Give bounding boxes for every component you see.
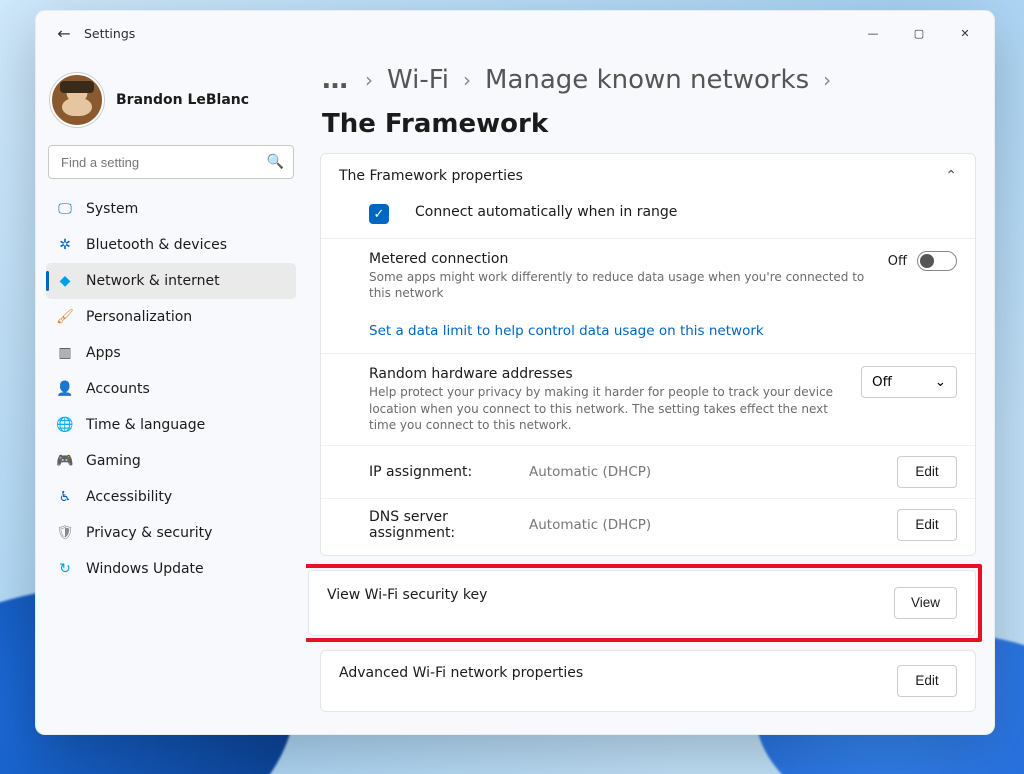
sidebar-item-label: Windows Update — [86, 561, 204, 577]
random-hw-select[interactable]: Off ⌄ — [861, 366, 957, 398]
sidebar-item-label: Accounts — [86, 381, 150, 397]
user-name: Brandon LeBlanc — [116, 92, 249, 108]
advanced-row: Advanced Wi-Fi network properties Edit — [321, 651, 975, 711]
sidebar-item-network[interactable]: ◆ Network & internet — [46, 263, 296, 299]
person-icon: 👤 — [56, 380, 74, 398]
annotation-highlight: View Wi-Fi security key View — [306, 564, 982, 642]
view-security-key-button[interactable]: View — [894, 587, 957, 619]
nav: 🖵 System ✲ Bluetooth & devices ◆ Network & … — [46, 191, 296, 587]
get-help[interactable]: ❓ Get help — [320, 722, 976, 734]
maximize-button[interactable]: ▢ — [896, 17, 942, 49]
security-key-label: View Wi-Fi security key — [327, 587, 487, 603]
auto-connect-row[interactable]: ✓ Connect automatically when in range — [321, 198, 975, 238]
sidebar-item-update[interactable]: ↻ Windows Update — [46, 551, 296, 587]
avatar — [50, 73, 104, 127]
advanced-card: Advanced Wi-Fi network properties Edit — [320, 650, 976, 712]
globe-icon: 🌐 — [56, 416, 74, 434]
titlebar: ← Settings — ▢ ✕ — [36, 11, 994, 55]
security-key-card: View Wi-Fi security key View — [308, 570, 976, 636]
breadcrumb: … › Wi-Fi › Manage known networks › The … — [320, 61, 976, 153]
chevron-right-icon: › — [823, 68, 831, 92]
sidebar-item-label: Time & language — [86, 417, 205, 433]
search-input[interactable] — [48, 145, 294, 179]
sidebar-item-system[interactable]: 🖵 System — [46, 191, 296, 227]
random-hw-desc: Help protect your privacy by making it h… — [369, 384, 845, 433]
dns-assignment-row: DNS server assignment: Automatic (DHCP) … — [321, 498, 975, 551]
sidebar: Brandon LeBlanc 🔍 🖵 System ✲ Bluetooth & d… — [36, 55, 306, 734]
sidebar-item-accessibility[interactable]: ♿ Accessibility — [46, 479, 296, 515]
breadcrumb-wifi[interactable]: Wi-Fi — [387, 65, 449, 95]
ip-edit-button[interactable]: Edit — [897, 456, 957, 488]
sidebar-item-privacy[interactable]: 🛡 Privacy & security — [46, 515, 296, 551]
apps-icon: ▥ — [56, 344, 74, 362]
sidebar-item-label: Personalization — [86, 309, 192, 325]
wifi-icon: ◆ — [56, 272, 74, 290]
breadcrumb-current: The Framework — [322, 109, 548, 139]
accessibility-icon: ♿ — [56, 488, 74, 506]
minimize-button[interactable]: — — [850, 17, 896, 49]
chevron-right-icon: › — [365, 68, 373, 92]
window-title: Settings — [84, 26, 135, 41]
breadcrumb-more[interactable]: … — [322, 65, 351, 95]
properties-card: The Framework properties ⌃ ✓ Connect aut… — [320, 153, 976, 556]
sidebar-item-label: Accessibility — [86, 489, 172, 505]
toggle-label: Off — [888, 254, 907, 269]
main-content: … › Wi-Fi › Manage known networks › The … — [306, 55, 994, 734]
dns-edit-button[interactable]: Edit — [897, 509, 957, 541]
chevron-down-icon: ⌄ — [935, 374, 946, 390]
dns-label: DNS server assignment: — [369, 509, 529, 541]
profile[interactable]: Brandon LeBlanc — [46, 63, 296, 145]
bluetooth-icon: ✲ — [56, 236, 74, 254]
sidebar-item-apps[interactable]: ▥ Apps — [46, 335, 296, 371]
ip-label: IP assignment: — [369, 464, 529, 480]
sidebar-item-bluetooth[interactable]: ✲ Bluetooth & devices — [46, 227, 296, 263]
metered-toggle[interactable]: Off — [888, 251, 957, 271]
advanced-edit-button[interactable]: Edit — [897, 665, 957, 697]
metered-desc: Some apps might work differently to redu… — [369, 269, 872, 301]
back-button[interactable]: ← — [50, 24, 78, 43]
search-container: 🔍 — [48, 145, 294, 179]
sidebar-item-label: Network & internet — [86, 273, 220, 289]
shield-icon: 🛡 — [56, 524, 74, 542]
metered-row: Metered connection Some apps might work … — [321, 238, 975, 313]
sidebar-item-gaming[interactable]: 🎮 Gaming — [46, 443, 296, 479]
sidebar-item-label: Apps — [86, 345, 121, 361]
metered-title: Metered connection — [369, 251, 872, 267]
ip-value: Automatic (DHCP) — [529, 464, 651, 480]
sidebar-item-label: Bluetooth & devices — [86, 237, 227, 253]
advanced-label: Advanced Wi-Fi network properties — [339, 665, 583, 681]
toggle-switch-icon[interactable] — [917, 251, 957, 271]
properties-title: The Framework properties — [339, 168, 523, 184]
close-button[interactable]: ✕ — [942, 17, 988, 49]
security-key-row: View Wi-Fi security key View — [309, 571, 975, 635]
data-limit-link[interactable]: Set a data limit to help control data us… — [321, 313, 975, 353]
sidebar-item-label: Gaming — [86, 453, 141, 469]
dns-value: Automatic (DHCP) — [529, 517, 651, 533]
search-icon: 🔍 — [267, 154, 284, 170]
settings-window: ← Settings — ▢ ✕ Brandon LeBlanc 🔍 🖵 Syst… — [35, 10, 995, 735]
breadcrumb-manage[interactable]: Manage known networks — [485, 65, 809, 95]
window-controls: — ▢ ✕ — [850, 17, 988, 49]
auto-connect-label: Connect automatically when in range — [415, 204, 677, 220]
gamepad-icon: 🎮 — [56, 452, 74, 470]
sidebar-item-label: System — [86, 201, 138, 217]
select-value: Off — [872, 374, 892, 390]
update-icon: ↻ — [56, 560, 74, 578]
checkbox-checked-icon[interactable]: ✓ — [369, 204, 389, 224]
ip-assignment-row: IP assignment: Automatic (DHCP) Edit — [321, 445, 975, 498]
chevron-right-icon: › — [463, 68, 471, 92]
sidebar-item-time[interactable]: 🌐 Time & language — [46, 407, 296, 443]
sidebar-item-label: Privacy & security — [86, 525, 212, 541]
sidebar-item-personalization[interactable]: 🖌 Personalization — [46, 299, 296, 335]
display-icon: 🖵 — [56, 200, 74, 218]
brush-icon: 🖌 — [56, 308, 74, 326]
chevron-up-icon: ⌃ — [945, 168, 957, 184]
random-hw-row: Random hardware addresses Help protect y… — [321, 353, 975, 445]
sidebar-item-accounts[interactable]: 👤 Accounts — [46, 371, 296, 407]
random-hw-title: Random hardware addresses — [369, 366, 845, 382]
properties-header[interactable]: The Framework properties ⌃ — [321, 154, 975, 198]
